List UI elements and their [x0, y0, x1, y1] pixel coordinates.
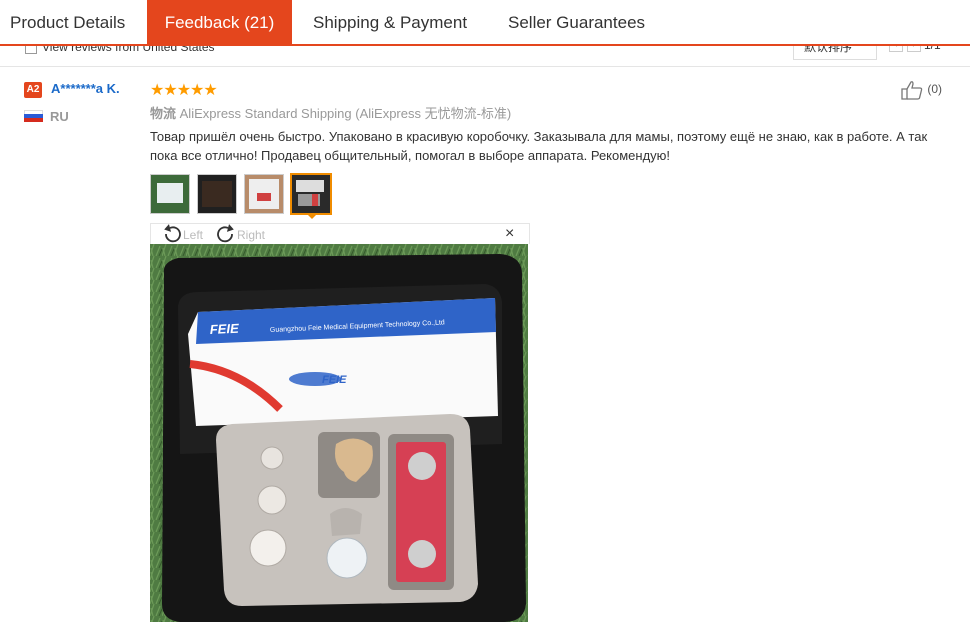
shipping-info: 物流 AliExpress Standard Shipping (AliExpr…: [150, 103, 511, 122]
rotate-left-label: Left: [183, 228, 204, 242]
photo-viewer-toolbar: Left Right ×: [150, 223, 530, 244]
rotate-left-button[interactable]: Left: [161, 224, 203, 245]
review-photo-thumbnail[interactable]: [150, 174, 190, 214]
rotate-left-icon: [164, 224, 181, 243]
brand-text: FEIE: [209, 321, 239, 337]
star-rating: ★★★★★: [150, 82, 218, 99]
review-photo-thumbnail-selected[interactable]: [290, 173, 332, 215]
tab-seller-guarantees[interactable]: Seller Guarantees: [508, 0, 645, 44]
selected-thumbnail-caret: [306, 213, 318, 219]
close-viewer-button[interactable]: ×: [505, 225, 514, 243]
tab-shipping-payment[interactable]: Shipping & Payment: [313, 0, 467, 44]
rotate-right-icon: [217, 224, 234, 243]
card-logo-text: FEIE: [322, 374, 347, 386]
thumbs-up-icon: [901, 81, 923, 100]
tab-bar: Product Details Feedback (21) Shipping &…: [0, 0, 970, 46]
review-photo-thumbnail[interactable]: [244, 174, 284, 214]
buyer-level-badge: A2: [24, 82, 42, 98]
shipping-method: AliExpress Standard Shipping (AliExpress…: [179, 106, 512, 121]
rotate-right-button[interactable]: Right: [215, 224, 265, 245]
review-photo-large: FEIE Guangzhou Feie Medical Equipment Te…: [150, 244, 528, 622]
tab-product-details[interactable]: Product Details: [10, 0, 125, 44]
review-photo-thumbnail[interactable]: [197, 174, 237, 214]
country-flag-icon: [24, 110, 43, 122]
shipping-label: 物流: [150, 106, 177, 121]
reviewer-name[interactable]: A*******a K.: [51, 81, 120, 96]
helpful-count: (0): [927, 82, 943, 97]
tab-feedback[interactable]: Feedback (21): [147, 0, 292, 44]
rotate-right-label: Right: [237, 228, 266, 242]
review-text: Товар пришёл очень быстро. Упаковано в к…: [150, 129, 928, 163]
helpful-button[interactable]: (0): [900, 80, 942, 100]
reviewer-country: RU: [50, 109, 69, 124]
hearing-aid-case-photo: FEIE Guangzhou Feie Medical Equipment Te…: [150, 244, 528, 622]
